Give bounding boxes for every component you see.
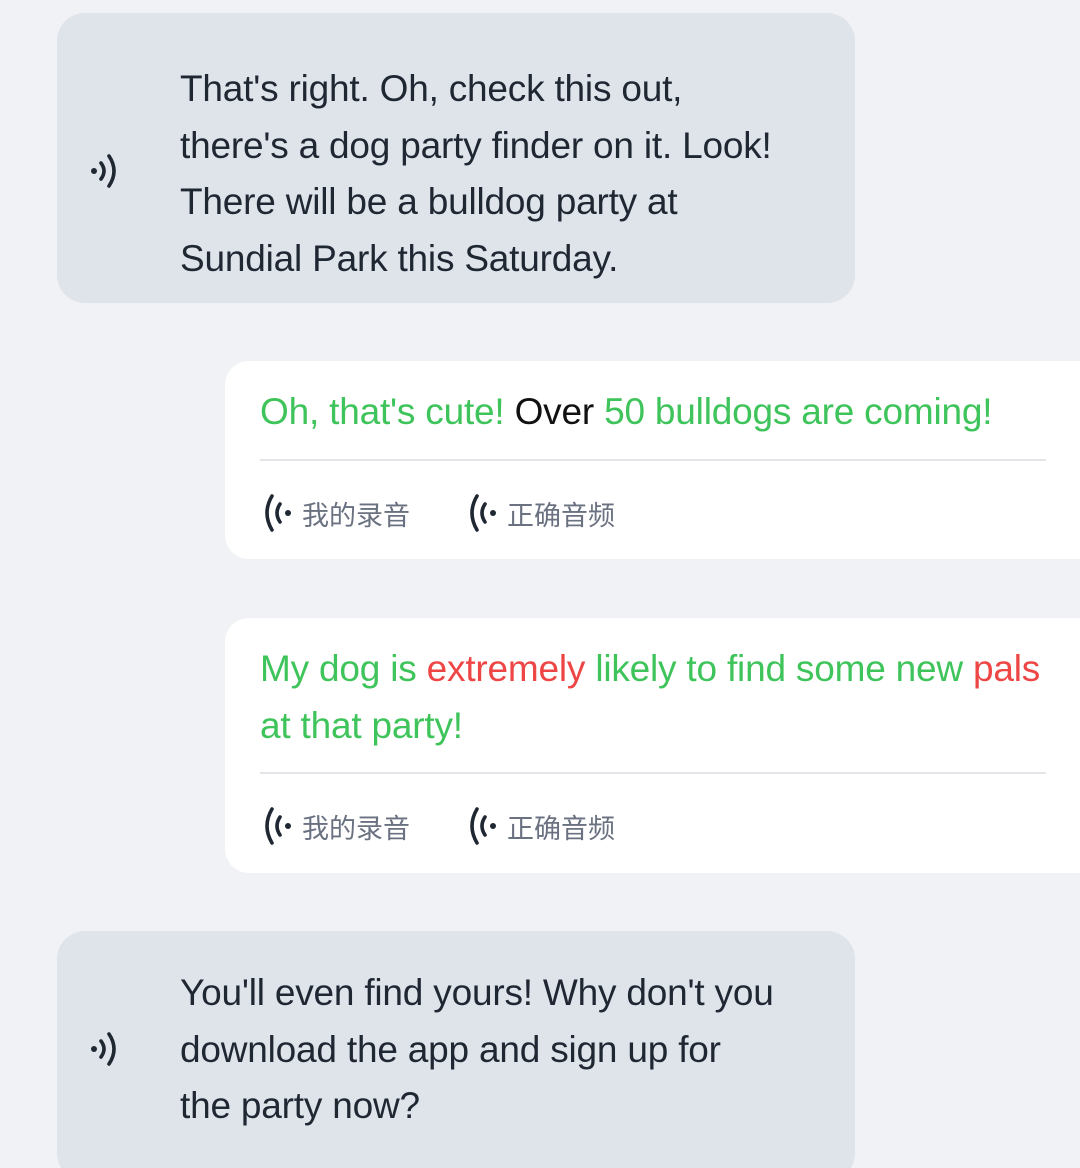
- message-line: the party now?: [180, 1085, 420, 1126]
- speaker-icon[interactable]: [83, 149, 127, 193]
- incoming-message: You'll even find yours! Why don't you do…: [57, 931, 855, 1168]
- audio-wave-icon: [465, 804, 505, 848]
- message-line: there's a dog party finder on it. Look!: [180, 124, 772, 166]
- chat-thread: That's right. Oh, check this out, there'…: [0, 0, 1080, 1168]
- outgoing-message: My dog is extremely likely to find some …: [225, 618, 1080, 873]
- audio-actions: 我的录音 正确音频: [260, 490, 670, 536]
- correct-audio-label: 正确音频: [507, 813, 615, 845]
- audio-actions: 我的录音 正确音频: [260, 803, 670, 849]
- message-line: That's right. Oh, check this out,: [180, 68, 683, 109]
- my-recording-button[interactable]: 我的录音: [260, 491, 410, 535]
- message-text: That's right. Oh, check this out, there'…: [180, 61, 825, 287]
- message-text: You'll even find yours! Why don't you do…: [180, 965, 825, 1135]
- audio-wave-icon: [260, 491, 300, 535]
- correct-audio-button[interactable]: 正确音频: [465, 804, 615, 848]
- divider: [260, 459, 1046, 461]
- correct-word: My dog is: [260, 648, 417, 689]
- audio-wave-icon: [465, 491, 505, 535]
- message-text: Oh, that's cute! Over 50 bulldogs are co…: [260, 383, 1045, 440]
- message-line: Sundial Park this Saturday.: [180, 237, 619, 279]
- correct-word: 50 bulldogs are coming!: [604, 391, 993, 432]
- my-recording-label: 我的录音: [302, 500, 410, 532]
- my-recording-button[interactable]: 我的录音: [260, 804, 410, 848]
- correct-audio-label: 正确音频: [507, 500, 615, 532]
- message-line: download the app and sign up for: [180, 1028, 721, 1070]
- correct-word: Oh, that's cute!: [260, 391, 505, 432]
- message-text: My dog is extremely likely to find some …: [260, 640, 1045, 754]
- my-recording-label: 我的录音: [302, 813, 410, 845]
- wrong-word: extremely: [426, 648, 586, 689]
- correct-audio-button[interactable]: 正确音频: [465, 491, 615, 535]
- correct-word: at that party!: [260, 705, 463, 746]
- speaker-icon[interactable]: [83, 1027, 127, 1071]
- neutral-word: Over: [514, 391, 595, 432]
- correct-word: likely to find some new: [595, 648, 963, 689]
- audio-wave-icon: [260, 804, 300, 848]
- wrong-word: pals: [973, 648, 1041, 689]
- divider: [260, 772, 1046, 774]
- message-line: There will be a bulldog party at: [180, 181, 678, 222]
- incoming-message: That's right. Oh, check this out, there'…: [57, 13, 855, 303]
- outgoing-message: Oh, that's cute! Over 50 bulldogs are co…: [225, 361, 1080, 559]
- message-line: You'll even find yours! Why don't you: [180, 972, 774, 1013]
